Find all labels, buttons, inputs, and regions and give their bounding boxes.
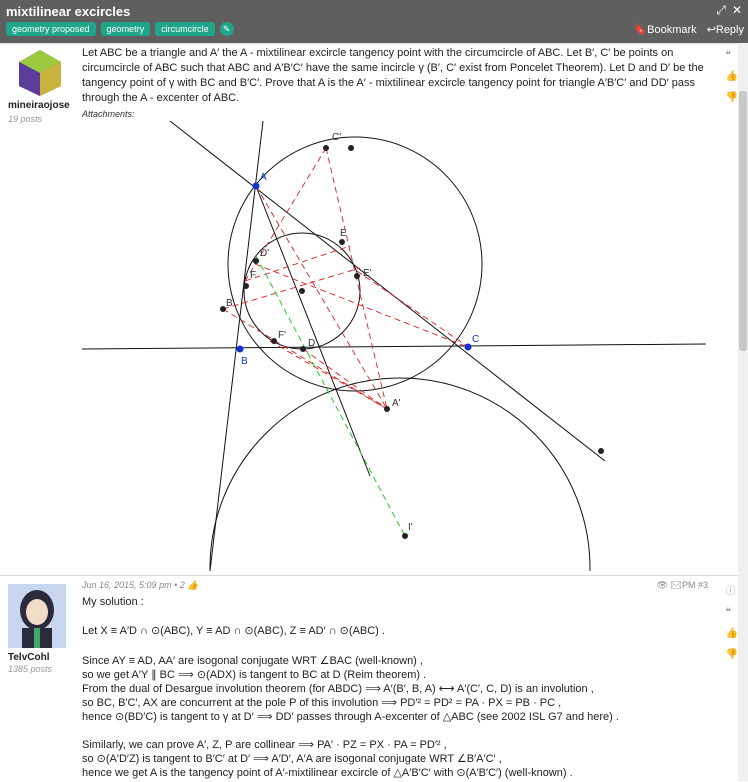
avatar[interactable] — [15, 48, 65, 98]
topic-actions: 🔖Bookmark ↩Reply — [633, 23, 744, 36]
like-icon[interactable]: 👍 — [726, 628, 738, 639]
post-1: mineiraojose 19 posts ❝ 👍 👎 Let ABC be a… — [0, 43, 748, 574]
solution-line: Similarly, we can prove A′, Z, P are col… — [82, 739, 447, 751]
solution-line: Since AY ≡ AD, AA′ are isogonal conjugat… — [82, 655, 423, 667]
label-f-prime: F' — [278, 330, 286, 341]
label-d-prime: D' — [260, 248, 269, 259]
info-icon[interactable]: ⓘ — [726, 582, 738, 597]
label-b: B — [241, 356, 248, 367]
label-c-prime: C' — [332, 132, 341, 143]
label-i-prime: I' — [408, 522, 413, 533]
label-a: A — [260, 172, 267, 183]
topic-title: mixtilinear excircles — [6, 4, 131, 19]
solution-line: hence ⊙(BD′C) is tangent to γ at D′ ⟹ DD… — [82, 711, 619, 723]
label-e-prime: E' — [363, 268, 372, 279]
username[interactable]: TelvCohl — [8, 652, 49, 663]
reply-button[interactable]: ↩Reply — [707, 23, 744, 36]
dislike-icon[interactable]: 👎 — [726, 649, 738, 660]
like-icon[interactable]: 👍 — [726, 71, 738, 82]
label-e: E — [340, 228, 347, 239]
topic-header: mixtilinear excircles geometry proposed … — [0, 0, 748, 43]
post-meta: Jun 16, 2015, 5:09 pm • 2 👍 — [82, 580, 199, 590]
geometry-diagram: A B C C' E E' D' F B' F' D A' I' — [81, 120, 707, 571]
scrollbar[interactable] — [738, 43, 748, 781]
post-tools: ❝ 👍 👎 — [726, 50, 738, 103]
label-a-prime: A' — [392, 398, 401, 409]
tag-geometry[interactable]: geometry — [100, 22, 151, 36]
label-c: C — [472, 334, 479, 345]
post-count: 19 posts — [8, 114, 43, 124]
solution-line: Let X ≡ A′D ∩ ⊙(ABC), Y ≡ AD ∩ ⊙(ABC), Z… — [82, 625, 385, 637]
solution-line: From the dual of Desargue involution the… — [82, 683, 594, 695]
dislike-icon[interactable]: 👎 — [726, 92, 738, 103]
label-d: D — [308, 338, 315, 349]
expand-icon[interactable]: ⤢ — [716, 3, 726, 18]
solution-line: so ⊙(A′D′Z) is tangent to B′C′ at D′ ⟹ A… — [82, 753, 502, 765]
pm-link[interactable]: 👁 ✉PM #3 — [657, 580, 708, 591]
solution-line: so BC, B′C′, AX are concurrent at the po… — [82, 697, 562, 709]
post-count: 1385 posts — [8, 664, 53, 674]
quote-icon[interactable]: ❝ — [726, 607, 738, 618]
tag-geometry-proposed[interactable]: geometry proposed — [6, 22, 96, 36]
edit-tags-icon[interactable]: ✎ — [219, 22, 234, 36]
scroll-thumb[interactable] — [739, 91, 747, 351]
post-tools: ⓘ ❝ 👍 👎 — [726, 582, 738, 660]
tag-list: geometry proposed geometry circumcircle … — [6, 22, 234, 36]
label-f: F — [250, 270, 256, 281]
post-body: Let ABC be a triangle and A′ the A - mix… — [82, 47, 704, 104]
post-2: TelvCohl 1385 posts Jun 16, 2015, 5:09 p… — [0, 575, 748, 782]
tag-circumcircle[interactable]: circumcircle — [155, 22, 215, 36]
window-controls: ⤢ ✕ — [716, 3, 742, 18]
bookmark-button[interactable]: 🔖Bookmark — [633, 23, 696, 36]
solution-line: hence we get A is the tangency point of … — [82, 767, 573, 779]
quote-icon[interactable]: ❝ — [726, 50, 738, 61]
avatar[interactable] — [8, 584, 66, 648]
solution-line: so we get A′Y ∥ BC ⟹ ⊙(ADX) is tangent t… — [82, 669, 427, 681]
close-icon[interactable]: ✕ — [732, 3, 742, 18]
solution-title: My solution : — [82, 596, 144, 608]
label-b-prime: B' — [226, 298, 235, 309]
username[interactable]: mineiraojose — [8, 100, 70, 111]
